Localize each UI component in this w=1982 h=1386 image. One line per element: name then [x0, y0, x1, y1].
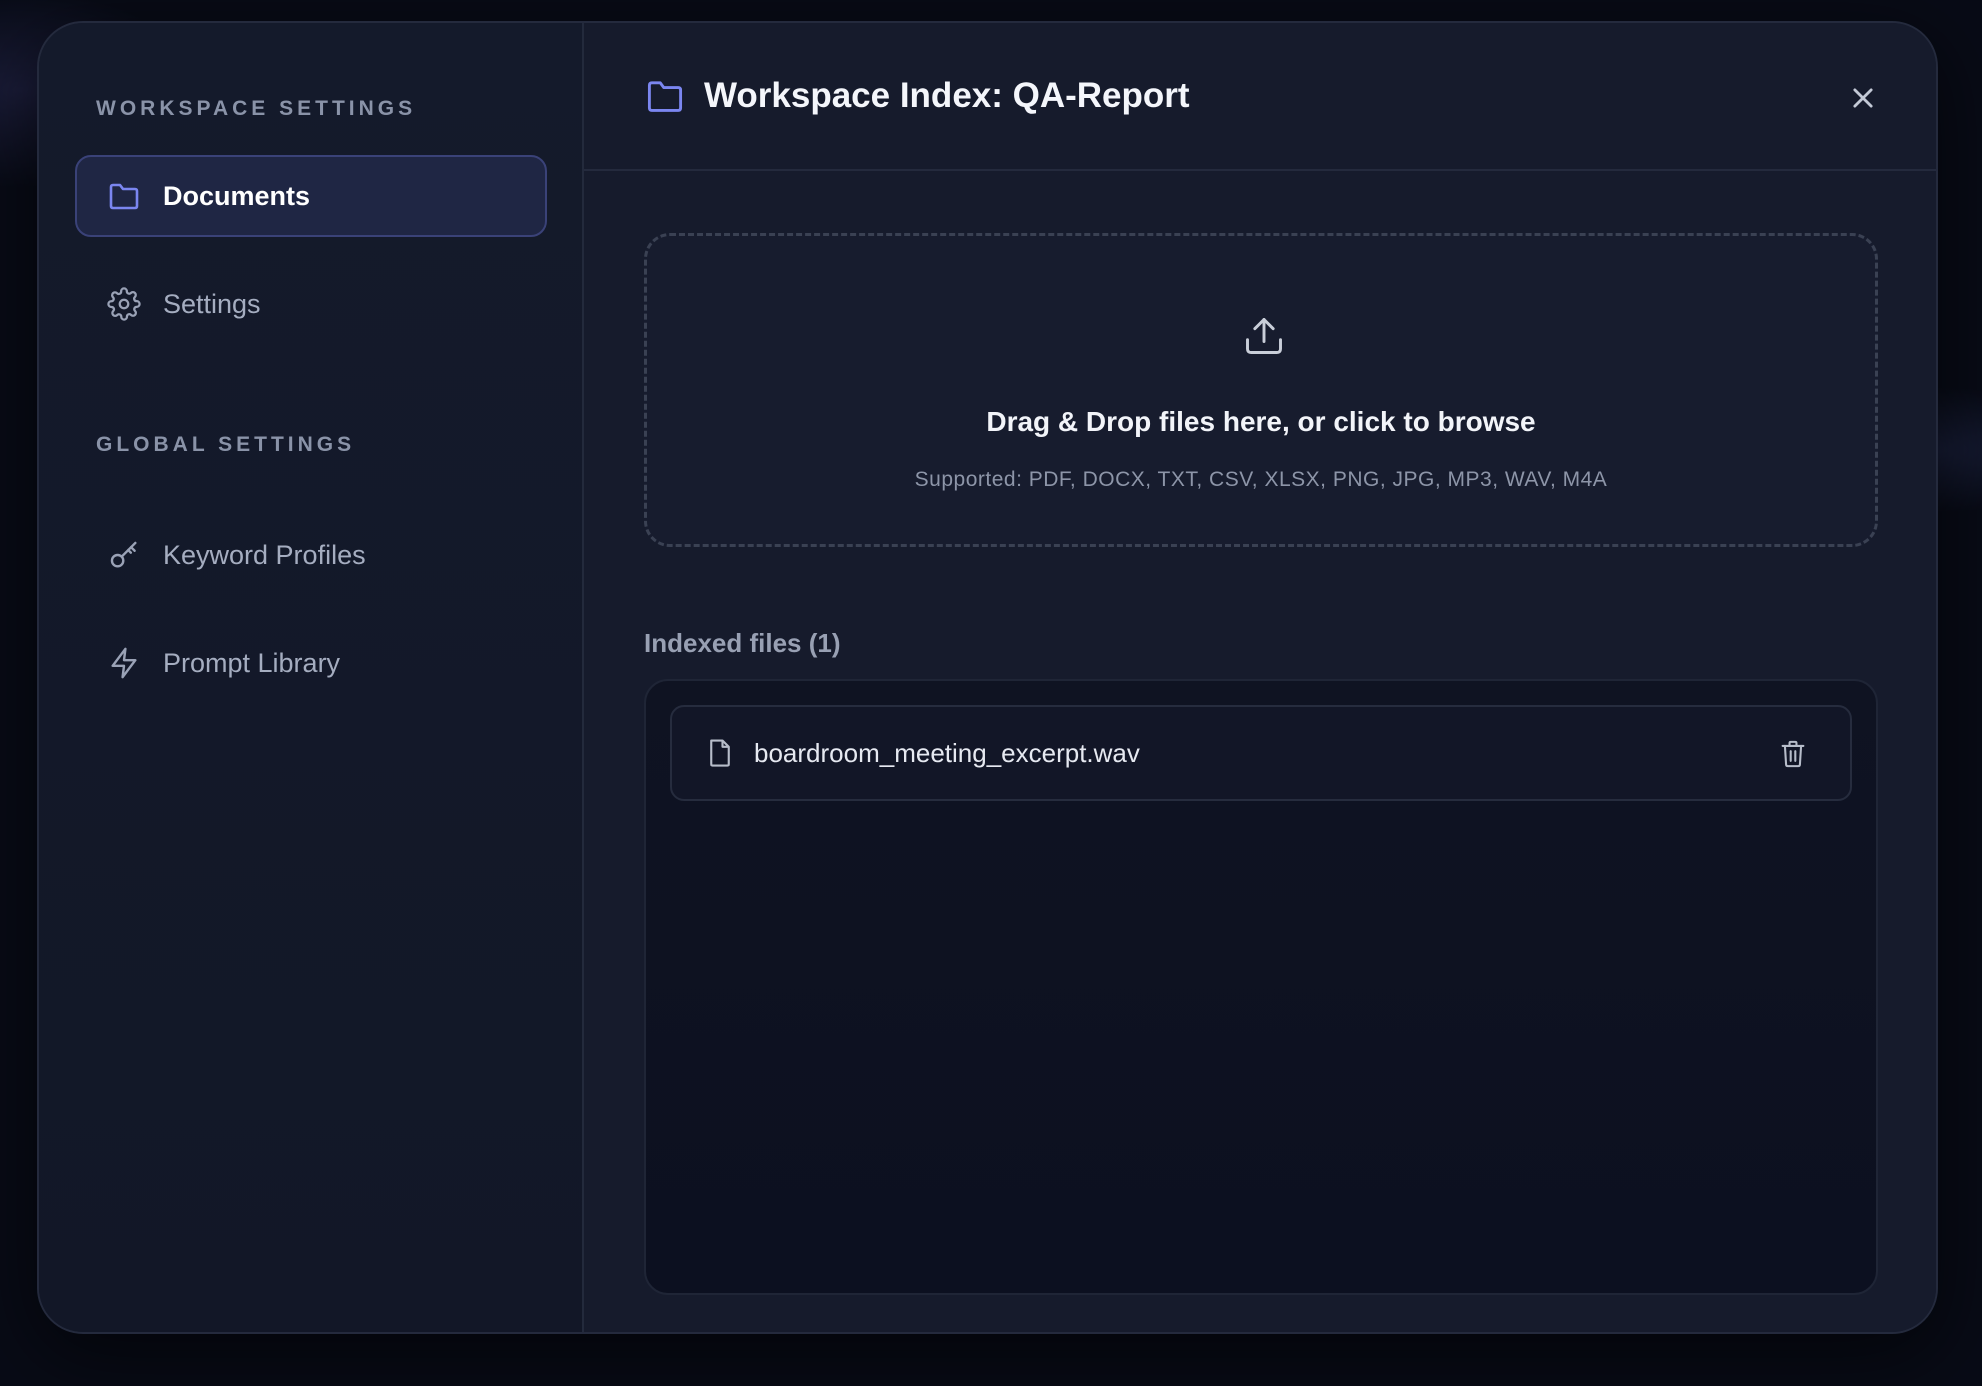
lightning-icon: [107, 646, 141, 680]
sidebar-item-keyword-profiles[interactable]: Keyword Profiles: [75, 514, 547, 596]
main-panel: Workspace Index: QA-Report Drag & Drop f…: [584, 23, 1936, 1332]
sidebar: WORKSPACE SETTINGS Documents Settings GL…: [39, 23, 584, 1332]
close-icon: [1853, 88, 1873, 108]
workspace-settings-modal: WORKSPACE SETTINGS Documents Settings GL…: [37, 21, 1938, 1334]
file-icon: [706, 738, 734, 768]
file-name: boardroom_meeting_excerpt.wav: [754, 737, 1140, 768]
page-title: Workspace Index: QA-Report: [704, 76, 1190, 115]
folder-icon: [644, 75, 686, 117]
sidebar-item-label: Keyword Profiles: [163, 539, 366, 570]
close-button[interactable]: [1846, 81, 1880, 115]
folder-icon: [107, 179, 141, 213]
sidebar-item-settings[interactable]: Settings: [75, 263, 547, 345]
sidebar-item-prompt-library[interactable]: Prompt Library: [75, 622, 547, 704]
sidebar-item-label: Documents: [163, 180, 311, 211]
sidebar-item-label: Settings: [163, 288, 261, 319]
global-settings-heading: GLOBAL SETTINGS: [96, 433, 356, 456]
indexed-files-list: boardroom_meeting_excerpt.wav: [644, 679, 1878, 1295]
gear-icon: [107, 287, 141, 321]
trash-icon: [1781, 740, 1805, 768]
sidebar-item-label: Prompt Library: [163, 647, 341, 678]
key-icon: [107, 538, 141, 572]
dropzone-title: Drag & Drop files here, or click to brow…: [986, 406, 1536, 437]
workspace-settings-heading: WORKSPACE SETTINGS: [96, 97, 417, 120]
upload-icon: [1242, 314, 1286, 358]
sidebar-item-documents[interactable]: Documents: [75, 155, 547, 237]
file-dropzone[interactable]: Drag & Drop files here, or click to brow…: [644, 233, 1878, 547]
list-item: boardroom_meeting_excerpt.wav: [670, 705, 1852, 801]
delete-file-button[interactable]: [1778, 739, 1808, 769]
panel-header: Workspace Index: QA-Report: [584, 23, 1936, 171]
supported-formats: Supported: PDF, DOCX, TXT, CSV, XLSX, PN…: [914, 468, 1608, 491]
indexed-files-heading: Indexed files (1): [644, 628, 841, 658]
